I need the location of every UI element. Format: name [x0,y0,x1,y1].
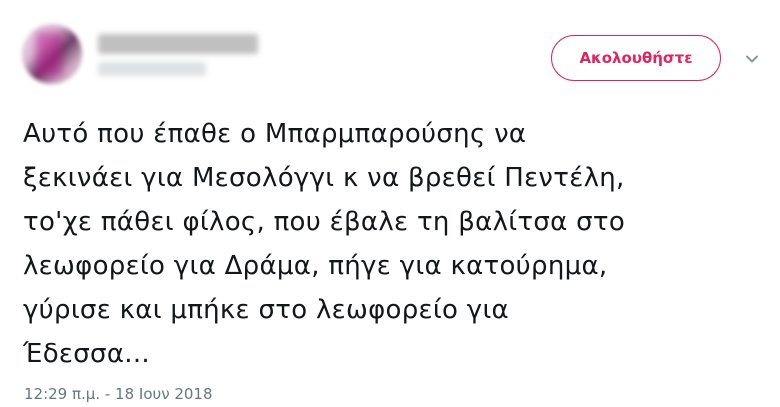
tweet-text: Αυτό που έπαθε ο Μπαρμπαρούσης να ξεκινά… [23,112,773,376]
tweet-text-line: το'χε πάθει φίλος, που έβαλε τη βαλίτσα … [23,207,626,237]
follow-button[interactable]: Ακολουθήστε [551,35,721,81]
tweet-text-line: γύρισε και μπήκε στο λεωφορείο για [23,295,509,325]
tweet-text-line: ξεκινάει για Μεσολόγγι κ να βρεθεί Πεντέ… [23,163,625,193]
more-options-button[interactable] [743,50,761,68]
tweet-timestamp[interactable]: 12:29 π.μ. - 18 Ιουν 2018 [24,385,213,403]
tweet-text-line: Αυτό που έπαθε ο Μπαρμπαρούσης να [23,119,527,149]
chevron-down-icon [746,55,758,63]
avatar[interactable] [22,24,82,84]
author-display-name[interactable] [98,34,258,54]
tweet-text-line: Έδεσσα... [23,339,150,369]
author-handle[interactable] [98,62,206,76]
tweet-text-line: λεωφορείο για Δράμα, πήγε για κατούρημα, [23,251,608,281]
